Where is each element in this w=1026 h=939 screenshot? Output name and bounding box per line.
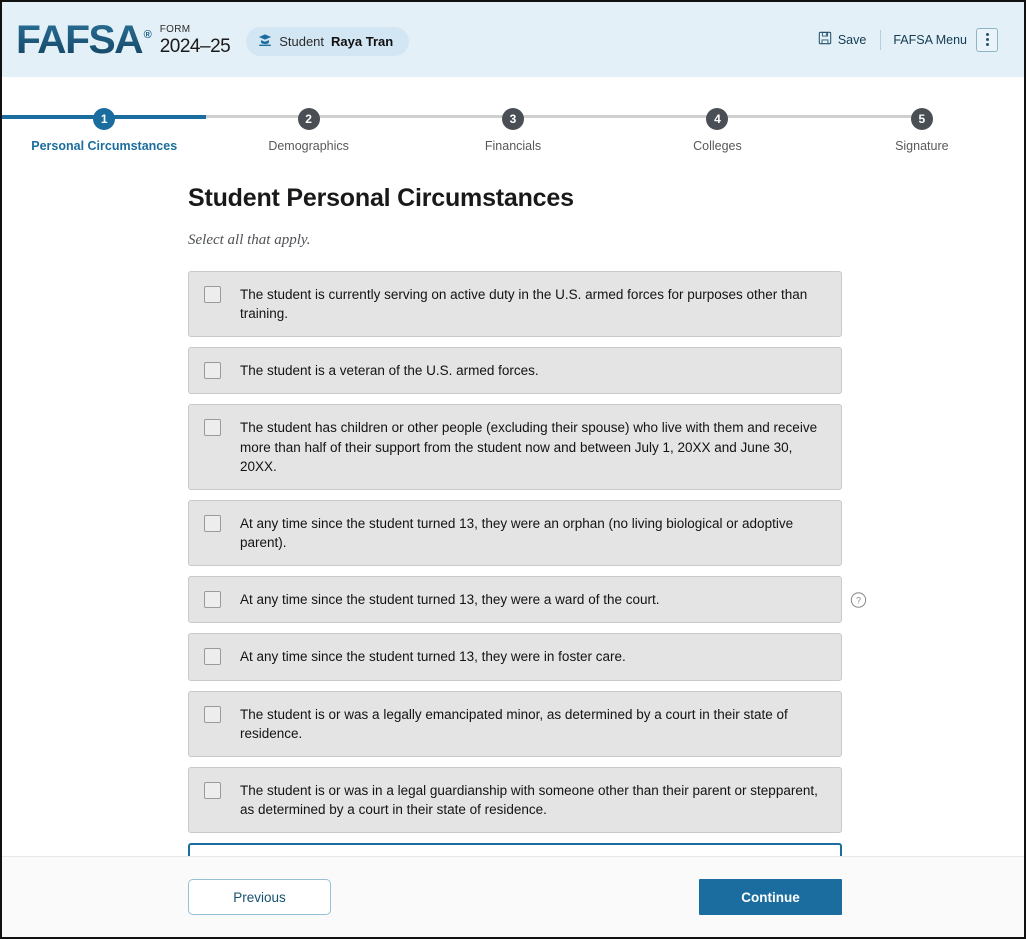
stepper-label: Demographics: [268, 139, 349, 153]
stepper-step-financials[interactable]: 3 Financials: [410, 96, 616, 153]
checkbox-input[interactable]: [204, 286, 221, 303]
continue-button[interactable]: Continue: [699, 879, 842, 915]
kebab-menu-icon[interactable]: [976, 27, 998, 52]
checkbox-option[interactable]: The student is or was a legally emancipa…: [188, 690, 842, 757]
stepper-step-colleges[interactable]: 4 Colleges: [615, 96, 820, 153]
checkbox-option-row: The student has children or other people…: [188, 404, 842, 490]
stepper-number: 1: [93, 108, 116, 130]
main-content: Student Personal Circumstances Select al…: [2, 153, 1024, 856]
help-icon[interactable]: ?: [850, 591, 867, 608]
circumstances-checkbox-group: The student is currently serving on acti…: [188, 271, 867, 856]
page-title: Student Personal Circumstances: [188, 184, 574, 212]
checkbox-option-label: The student is or was a legally emancipa…: [240, 706, 788, 741]
stepper-connector-right: [308, 115, 411, 118]
checkbox-option-row: At any time since the student turned 13,…: [188, 499, 842, 567]
checkbox-option-label: The student has children or other people…: [240, 420, 818, 474]
checkbox-option-label: The student is a veteran of the U.S. arm…: [240, 363, 539, 379]
checkbox-option-row: At any time since the student turned 13,…: [188, 576, 867, 624]
previous-button[interactable]: Previous: [188, 879, 331, 915]
stepper-connector-right: [513, 115, 616, 118]
save-button[interactable]: Save: [814, 27, 881, 52]
stepper-number: 2: [297, 108, 320, 130]
stepper-connector-left: [819, 115, 922, 118]
checkbox-input[interactable]: [204, 591, 221, 609]
fafsa-logo: FAFSA ® FORM 2024–25: [16, 17, 231, 62]
checkbox-input[interactable]: [204, 781, 221, 799]
save-label: Save: [837, 32, 867, 47]
checkbox-option-label: At any time since the student turned 13,…: [240, 592, 660, 608]
checkbox-option[interactable]: The student is a veteran of the U.S. arm…: [188, 347, 842, 395]
brand-wordmark: FAFSA: [16, 17, 144, 62]
stepper-label: Colleges: [693, 139, 742, 153]
fafsa-application-window: FAFSA ® FORM 2024–25 Student Raya Tran S…: [0, 0, 1026, 939]
stepper-label: Signature: [895, 139, 949, 153]
student-badge-role: Student: [279, 34, 325, 49]
checkbox-option-row: The student is or was in a legal guardia…: [188, 766, 842, 834]
stepper-number: 3: [502, 108, 525, 130]
stepper-step-demographics[interactable]: 2 Demographics: [206, 96, 411, 153]
kebab-dot: [985, 38, 989, 41]
stepper-connector-left: [410, 115, 514, 118]
kebab-dot: [985, 33, 989, 36]
stepper-connector-right: [104, 114, 207, 119]
checkbox-input[interactable]: [204, 705, 221, 723]
stepper-number: 5: [910, 108, 933, 130]
save-icon: [818, 31, 832, 48]
stepper-label: Personal Circumstances: [31, 139, 178, 153]
form-year-block: FORM 2024–25: [159, 23, 231, 59]
stepper-connector-left: [206, 115, 309, 118]
checkbox-option[interactable]: The student has children or other people…: [188, 404, 842, 490]
progress-stepper: 1 Personal Circumstances 2 Demographics 3 Fin…: [2, 77, 1024, 153]
checkbox-option[interactable]: At any time since the student turned 13,…: [188, 499, 842, 567]
checkbox-option[interactable]: At any time since the student turned 13,…: [188, 576, 842, 624]
checkbox-option-label: The student is currently serving on acti…: [240, 287, 808, 322]
fafsa-menu-label: FAFSA Menu: [893, 32, 967, 47]
page-subtitle: Select all that apply.: [188, 232, 311, 248]
checkbox-input[interactable]: [204, 514, 221, 532]
checkbox-option-label: At any time since the student turned 13,…: [240, 515, 794, 551]
checkbox-option[interactable]: The student is currently serving on acti…: [188, 271, 842, 338]
stepper-connector-left: [615, 115, 718, 118]
svg-text:?: ?: [856, 595, 861, 605]
checkbox-option-label: The student is or was in a legal guardia…: [240, 782, 818, 818]
checkbox-option-row: The student is a veteran of the U.S. arm…: [188, 347, 842, 395]
header-actions: Save FAFSA Menu: [814, 27, 998, 52]
checkbox-input[interactable]: [204, 648, 221, 666]
form-year: 2024–25: [159, 35, 231, 57]
header-divider: [880, 29, 882, 50]
checkbox-option-row: The student is currently serving on acti…: [188, 271, 842, 338]
checkbox-option-row: The student is or was a legally emancipa…: [188, 690, 842, 757]
form-footer: Previous Continue: [2, 856, 1024, 937]
fafsa-menu-button[interactable]: FAFSA Menu: [893, 27, 998, 52]
form-label: FORM: [159, 23, 191, 35]
graduation-cap-icon: [258, 33, 272, 50]
stepper-step-personal-circumstances[interactable]: 1 Personal Circumstances: [2, 96, 207, 153]
app-header: FAFSA ® FORM 2024–25 Student Raya Tran S…: [2, 2, 1024, 77]
stepper-step-signature[interactable]: 5 Signature: [819, 96, 1024, 153]
stepper-connector-left: [2, 114, 105, 119]
checkbox-option-row: At any time since the student turned 13,…: [188, 633, 842, 681]
registered-trademark-icon: ®: [143, 28, 152, 41]
stepper-connector-right: [717, 115, 820, 118]
checkbox-input[interactable]: [204, 419, 221, 437]
checkbox-option-label: At any time since the student turned 13,…: [240, 649, 626, 665]
checkbox-option[interactable]: The student is or was in a legal guardia…: [188, 766, 842, 834]
student-badge-name: Raya Tran: [331, 34, 394, 49]
student-badge[interactable]: Student Raya Tran: [246, 27, 410, 56]
checkbox-option[interactable]: At any time since the student turned 13,…: [188, 633, 842, 681]
checkbox-input[interactable]: [204, 362, 221, 380]
checkbox-option[interactable]: None of these apply: [188, 843, 842, 856]
checkbox-option-row: None of these apply: [188, 843, 842, 856]
stepper-label: Financials: [484, 139, 542, 153]
stepper-number: 4: [706, 108, 729, 130]
kebab-dot: [985, 43, 989, 46]
